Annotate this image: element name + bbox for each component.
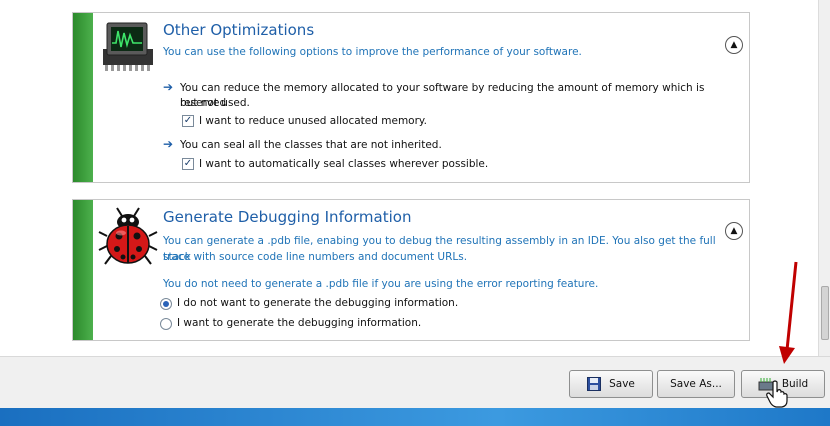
annotation-arrow-icon [779,261,798,364]
save-button[interactable]: Save [569,370,653,398]
generate-debug-info-label[interactable]: I want to generate the debugging informa… [177,316,421,331]
panel-accent-stripe [73,200,93,340]
other-optimizations-panel: Other Optimizations You can use the foll… [72,12,750,183]
generate-debug-info-radio[interactable] [160,318,172,330]
panel-title: Generate Debugging Information [163,208,412,226]
hand-cursor-icon [766,380,788,408]
memory-reduction-text-cont: but not used. [180,97,250,109]
seal-classes-label[interactable]: I want to automatically seal classes whe… [199,157,488,172]
panel-title: Other Optimizations [163,21,315,39]
panel-accent-stripe [73,13,93,182]
seal-classes-checkbox[interactable]: ✓ [182,158,194,170]
debug-description-line2: trace with source code line numbers and … [163,251,468,263]
save-as-button-label: Save As... [670,378,722,390]
no-debug-info-label[interactable]: I do not want to generate the debugging … [177,296,458,311]
content-area: Other Optimizations You can use the foll… [0,0,818,356]
debug-note: You do not need to generate a .pdb file … [163,278,599,290]
vertical-scrollbar[interactable] [818,0,830,356]
reduce-memory-checkbox[interactable]: ✓ [182,115,194,127]
chip-icon [99,19,157,75]
chevron-up-icon[interactable]: ▲ [725,222,743,240]
arrow-right-icon: ➔ [163,80,174,94]
arrow-right-icon: ➔ [163,137,174,151]
save-button-label: Save [609,378,635,390]
ladybug-icon [97,206,159,268]
panel-description: You can use the following options to imp… [163,46,582,58]
seal-classes-text: You can seal all the classes that are no… [180,139,442,151]
taskbar [0,408,830,426]
save-as-button[interactable]: Save As... [657,370,735,398]
scrollbar-thumb[interactable] [821,286,829,340]
footer-bar: Save Save As... Build [0,356,830,408]
debugging-panel: Generate Debugging Information You can g… [72,199,750,341]
chevron-up-icon[interactable]: ▲ [725,36,743,54]
reduce-memory-label[interactable]: I want to reduce unused allocated memory… [199,114,427,129]
no-debug-info-radio[interactable] [160,298,172,310]
memory-reduction-text: You can reduce the memory allocated to y… [180,82,705,109]
floppy-disk-icon [587,377,602,391]
